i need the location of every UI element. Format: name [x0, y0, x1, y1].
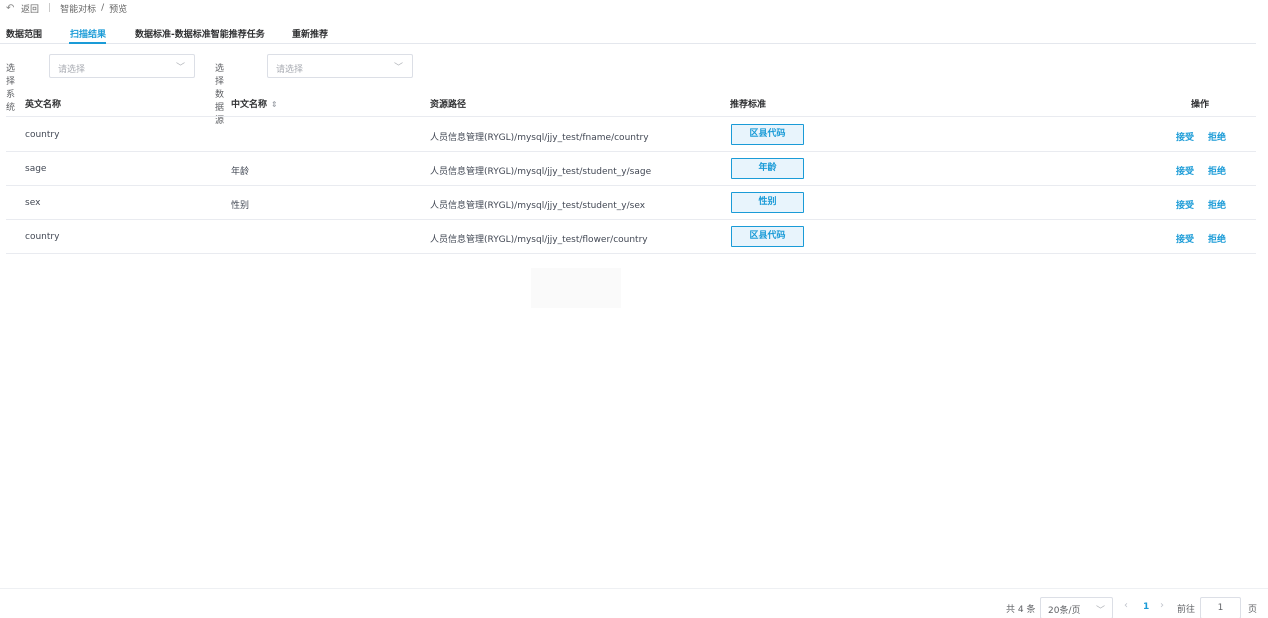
recommended-standard-tag[interactable]: 性别 — [731, 192, 804, 213]
sort-icon[interactable]: ⇕ — [271, 100, 278, 109]
reject-button[interactable]: 拒绝 — [1208, 130, 1226, 143]
chevron-down-icon: ﹀ — [393, 63, 403, 73]
active-tab-indicator — [69, 42, 106, 44]
table-row: country 人员信息管理(RYGL)/mysql/jjy_test/fnam… — [6, 118, 1256, 152]
cell-chinese-name: 年龄 — [231, 167, 250, 177]
cell-resource-path: 人员信息管理(RYGL)/mysql/jjy_test/flower/count… — [430, 235, 648, 245]
column-header-english-name: 英文名称 — [25, 100, 62, 110]
column-header-chinese-name-label: 中文名称 — [231, 100, 268, 110]
cell-chinese-name: 性别 — [231, 201, 250, 211]
column-header-chinese-name[interactable]: 中文名称 ⇕ — [231, 97, 278, 110]
system-select-placeholder: 请选择 — [58, 65, 86, 75]
recommended-standard-tag[interactable]: 年龄 — [731, 158, 804, 179]
cell-resource-path: 人员信息管理(RYGL)/mysql/jjy_test/fname/countr… — [430, 133, 649, 143]
recommended-standard-tag[interactable]: 区县代码 — [731, 124, 804, 145]
reject-button[interactable]: 拒绝 — [1208, 164, 1226, 177]
cell-english-name: sex — [25, 198, 41, 208]
prev-page-icon[interactable]: ‹ — [1124, 600, 1128, 611]
tab-re-recommend[interactable]: 重新推荐 — [292, 27, 328, 40]
next-page-icon[interactable]: › — [1160, 600, 1164, 611]
page-size-value: 20条/页 — [1048, 606, 1081, 616]
cell-resource-path: 人员信息管理(RYGL)/mysql/jjy_test/student_y/sa… — [430, 167, 652, 177]
datasource-select[interactable]: 请选择 ﹀ — [267, 54, 413, 78]
accept-button[interactable]: 接受 — [1176, 164, 1194, 177]
cell-english-name: sage — [25, 164, 47, 174]
chevron-down-icon: ﹀ — [1095, 606, 1105, 616]
chevron-down-icon: ﹀ — [175, 63, 185, 73]
column-header-recommended-standard: 推荐标准 — [730, 100, 767, 110]
breadcrumb: ↶ 返回 | 智能对标 / 预览 — [6, 2, 128, 15]
recommended-standard-tag[interactable]: 区县代码 — [731, 226, 804, 247]
back-arrow-icon[interactable]: ↶ — [6, 3, 17, 14]
tab-recommend-task[interactable]: 数据标准-数据标准智能推荐任务 — [135, 27, 265, 40]
breadcrumb-item-preview: 预览 — [109, 4, 128, 15]
reject-button[interactable]: 拒绝 — [1208, 198, 1226, 211]
reject-button[interactable]: 拒绝 — [1208, 232, 1226, 245]
goto-suffix: 页 — [1248, 605, 1258, 615]
pagination-total: 共 4 条 — [1006, 605, 1036, 615]
page-size-select[interactable]: 20条/页 ﹀ — [1040, 597, 1113, 618]
pagination: 共 4 条 20条/页 ﹀ ‹ 1 › 前往 页 — [0, 588, 1268, 618]
column-header-actions: 操作 — [1191, 100, 1210, 110]
breadcrumb-slash: / — [101, 3, 105, 13]
goto-page-input[interactable] — [1200, 597, 1241, 618]
page-number-current[interactable]: 1 — [1143, 602, 1149, 612]
loading-placeholder — [531, 268, 621, 308]
accept-button[interactable]: 接受 — [1176, 232, 1194, 245]
datasource-select-placeholder: 请选择 — [276, 65, 304, 75]
breadcrumb-divider: | — [48, 3, 52, 13]
table-row: country 人员信息管理(RYGL)/mysql/jjy_test/flow… — [6, 220, 1256, 254]
back-link[interactable]: 返回 — [21, 2, 39, 15]
accept-button[interactable]: 接受 — [1176, 198, 1194, 211]
cell-english-name: country — [25, 232, 60, 242]
table-row: sex 性别 人员信息管理(RYGL)/mysql/jjy_test/stude… — [6, 186, 1256, 220]
column-header-resource-path: 资源路径 — [430, 100, 467, 110]
breadcrumb-item-smart-benchmark[interactable]: 智能对标 — [60, 2, 96, 15]
tab-data-scope[interactable]: 数据范围 — [6, 27, 42, 40]
accept-button[interactable]: 接受 — [1176, 130, 1194, 143]
cell-english-name: country — [25, 130, 60, 140]
tab-bar: 数据范围 扫描结果 数据标准-数据标准智能推荐任务 重新推荐 — [0, 22, 1256, 44]
table-row: sage 年龄 人员信息管理(RYGL)/mysql/jjy_test/stud… — [6, 152, 1256, 186]
cell-resource-path: 人员信息管理(RYGL)/mysql/jjy_test/student_y/se… — [430, 201, 646, 211]
goto-label: 前往 — [1177, 605, 1196, 615]
table-header: 英文名称 中文名称 ⇕ 资源路径 推荐标准 操作 — [6, 86, 1256, 117]
system-select[interactable]: 请选择 ﹀ — [49, 54, 195, 78]
tab-scan-results[interactable]: 扫描结果 — [70, 27, 106, 40]
